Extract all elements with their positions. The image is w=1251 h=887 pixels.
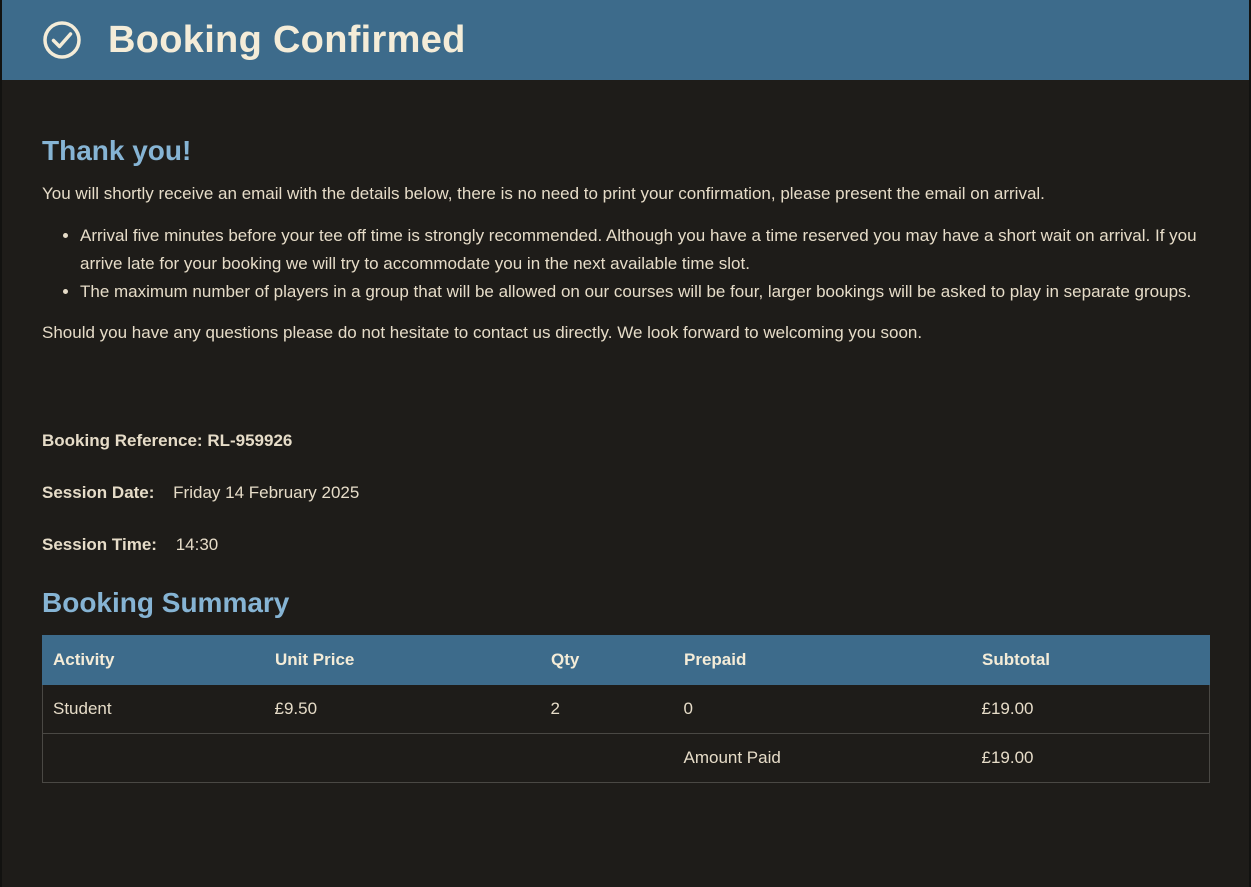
booking-reference-row: Booking Reference: RL-959926 (42, 430, 1209, 452)
amount-paid-label: Amount Paid (673, 733, 972, 783)
session-time-row: Session Time: 14:30 (42, 534, 1209, 556)
session-date-value: Friday 14 February 2025 (173, 483, 360, 502)
session-time-value: 14:30 (175, 535, 219, 554)
page-header: Booking Confirmed (2, 0, 1249, 80)
table-row: Student £9.50 2 0 £19.00 (42, 684, 1210, 734)
booking-confirmation-page: Booking Confirmed Thank you! You will sh… (0, 0, 1251, 887)
list-item: Arrival five minutes before your tee off… (80, 222, 1209, 278)
amount-paid-value: £19.00 (971, 733, 1210, 783)
empty-cell (42, 733, 265, 783)
empty-cell (264, 733, 541, 783)
empty-cell (540, 733, 674, 783)
booking-details: Booking Reference: RL-959926 Session Dat… (42, 430, 1209, 556)
session-date-label: Session Date: (42, 483, 155, 502)
session-time-label: Session Time: (42, 535, 157, 554)
column-header-unit-price: Unit Price (264, 635, 541, 685)
table-header-row: Activity Unit Price Qty Prepaid Subtotal (42, 635, 1210, 685)
cell-prepaid: 0 (673, 684, 972, 734)
thank-you-heading: Thank you! (42, 135, 192, 166)
main-content: Thank you! You will shortly receive an e… (2, 134, 1249, 783)
page-title: Booking Confirmed (108, 18, 466, 61)
booking-reference-value: RL-959926 (207, 431, 293, 450)
cell-unit-price: £9.50 (264, 684, 541, 734)
outro-text: Should you have any questions please do … (42, 323, 923, 342)
session-date-row: Session Date: Friday 14 February 2025 (42, 482, 1209, 504)
check-circle-icon (42, 20, 82, 60)
column-header-qty: Qty (540, 635, 674, 685)
cell-activity: Student (42, 684, 265, 734)
column-header-activity: Activity (42, 635, 265, 685)
column-header-subtotal: Subtotal (971, 635, 1210, 685)
cell-qty: 2 (540, 684, 674, 734)
cell-subtotal: £19.00 (971, 684, 1210, 734)
intro-text: You will shortly receive an email with t… (42, 184, 1045, 203)
booking-reference-label: Booking Reference: (42, 431, 203, 450)
list-item: The maximum number of players in a group… (80, 278, 1209, 306)
amount-paid-row: Amount Paid £19.00 (42, 733, 1210, 783)
booking-summary-heading: Booking Summary (42, 587, 290, 618)
booking-summary-table: Activity Unit Price Qty Prepaid Subtotal… (42, 635, 1210, 783)
notes-list: Arrival five minutes before your tee off… (42, 222, 1209, 306)
column-header-prepaid: Prepaid (673, 635, 972, 685)
